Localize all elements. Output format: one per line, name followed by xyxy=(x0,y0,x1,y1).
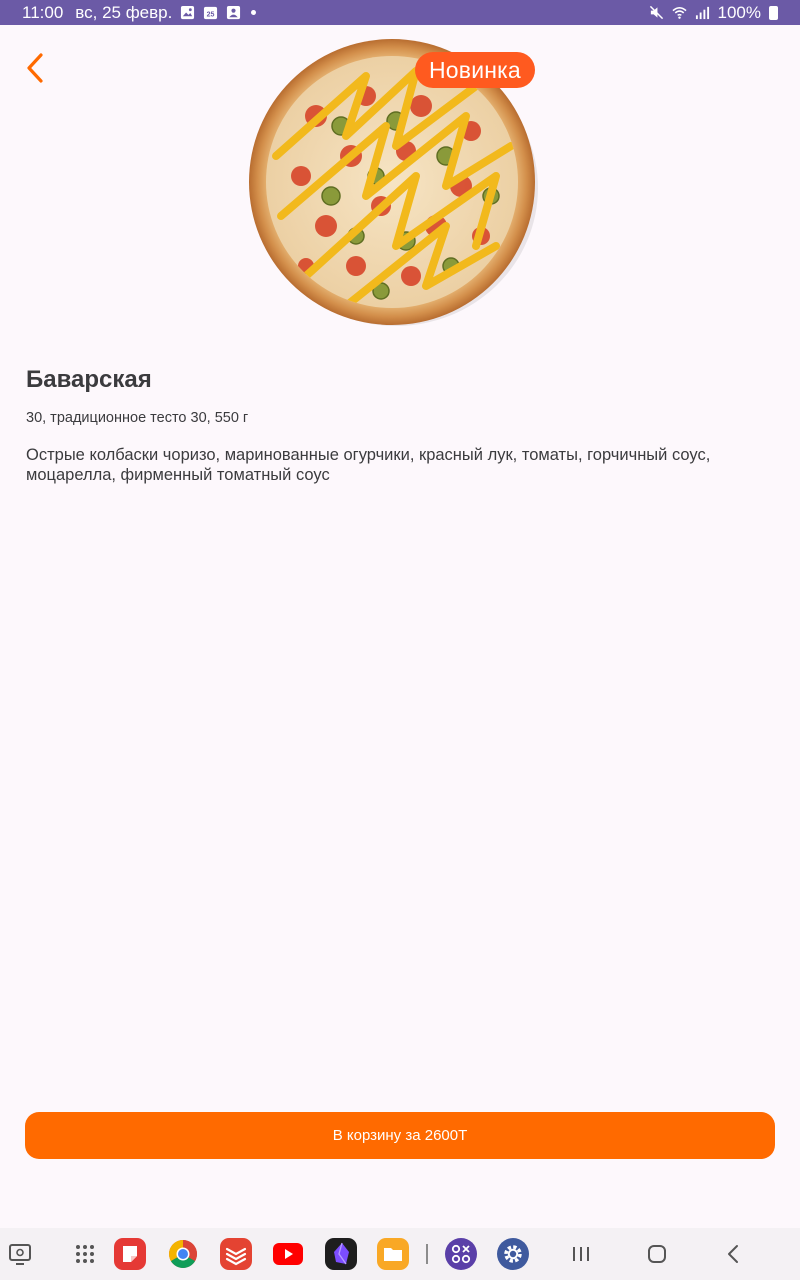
calculator-app-icon[interactable] xyxy=(445,1238,477,1270)
gallery-icon xyxy=(181,5,195,20)
product-description: Острые колбаски чоризо, маринованные огу… xyxy=(26,446,711,484)
mute-icon xyxy=(649,5,663,20)
app-drawer-icon[interactable] xyxy=(69,1238,101,1270)
back-button[interactable] xyxy=(18,50,52,86)
calendar-icon: 25 xyxy=(204,6,218,20)
wifi-icon xyxy=(671,7,687,19)
new-badge: Новинка xyxy=(415,52,535,88)
back-icon[interactable] xyxy=(717,1238,749,1270)
youtube-icon[interactable] xyxy=(272,1238,304,1270)
status-bar: 11:00 вс, 25 февр. 25 100% xyxy=(0,0,800,25)
home-icon[interactable] xyxy=(641,1238,673,1270)
nav-divider xyxy=(426,1244,428,1264)
notification-dot xyxy=(251,10,257,15)
signal-icon xyxy=(695,6,709,20)
status-right: 100% xyxy=(649,3,778,23)
status-left: 11:00 вс, 25 февр. 25 xyxy=(22,2,257,23)
obsidian-icon[interactable] xyxy=(325,1238,357,1270)
status-time: 11:00 xyxy=(22,2,64,22)
battery-percent: 100% xyxy=(717,2,761,22)
chevron-left-icon xyxy=(27,53,43,83)
add-to-cart-button[interactable]: В корзину за 2600Т xyxy=(25,1112,775,1159)
product-meta: 30, традиционное тесто 30, 550 г xyxy=(26,410,249,426)
screen-recorder-icon[interactable] xyxy=(4,1238,36,1270)
navigation-bar xyxy=(0,1228,800,1280)
product-title: Баварская xyxy=(26,366,152,393)
screenshot-icon xyxy=(227,5,241,20)
status-date: вс, 25 февр. xyxy=(75,2,173,22)
calendar-day: 25 xyxy=(207,12,215,19)
settings-icon[interactable] xyxy=(497,1238,529,1270)
chrome-icon[interactable] xyxy=(167,1238,199,1270)
notes-app-icon[interactable] xyxy=(114,1238,146,1270)
todoist-icon[interactable] xyxy=(220,1238,252,1270)
recents-icon[interactable] xyxy=(565,1238,597,1270)
files-icon[interactable] xyxy=(377,1238,409,1270)
battery-icon xyxy=(769,5,778,20)
